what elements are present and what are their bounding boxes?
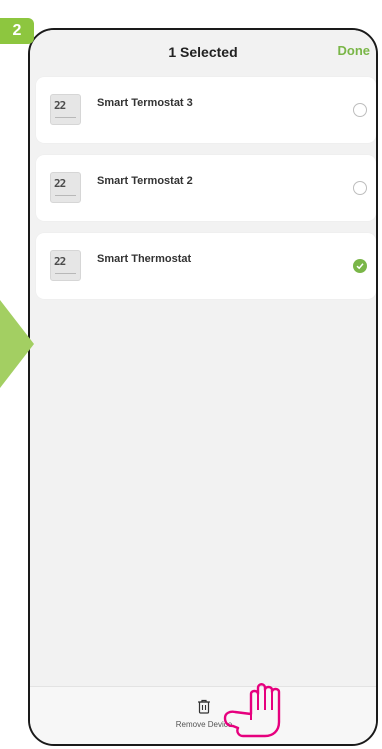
device-name: Smart Termostat 2 (97, 175, 193, 187)
select-radio[interactable] (353, 181, 367, 195)
header: 1 Selected Done (30, 30, 376, 74)
step-badge: 2 (0, 18, 34, 44)
phone-frame: 1 Selected Done 22 Smart Termostat 3 22 … (28, 28, 378, 746)
device-name: Smart Termostat 3 (97, 97, 193, 109)
device-name: Smart Thermostat (97, 253, 192, 265)
device-item[interactable]: 22 Smart Thermostat (36, 233, 376, 299)
page-title: 1 Selected (168, 44, 238, 60)
thermostat-icon: 22 (50, 94, 81, 125)
step-arrow-icon (0, 300, 34, 388)
trash-icon (198, 699, 210, 714)
device-item[interactable]: 22 Smart Termostat 3 (36, 77, 376, 143)
bottom-bar: Remove Device (30, 686, 376, 744)
done-button[interactable]: Done (338, 43, 371, 58)
hand-pointer-icon (223, 683, 281, 738)
thermostat-icon: 22 (50, 172, 81, 203)
device-list: 22 Smart Termostat 3 22 Smart Termostat … (36, 77, 376, 311)
select-radio[interactable] (353, 103, 367, 117)
thermostat-icon: 22 (50, 250, 81, 281)
checked-radio-icon[interactable] (353, 259, 367, 273)
device-item[interactable]: 22 Smart Termostat 2 (36, 155, 376, 221)
